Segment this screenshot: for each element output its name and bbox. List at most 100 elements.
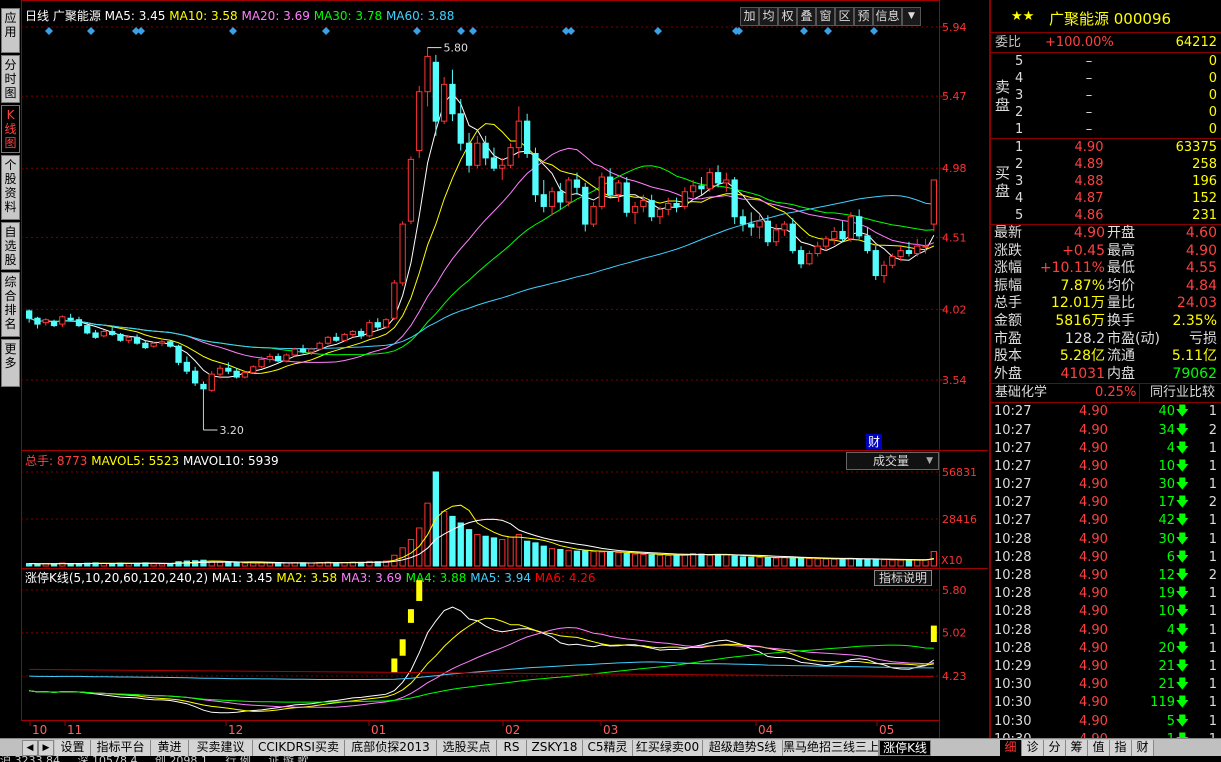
buy-volume: 231 — [1192, 208, 1217, 223]
stat-row: 总手 12.01万 量比 24.03 — [991, 295, 1221, 313]
buy-group-label: 买盘 — [995, 163, 1011, 200]
left-vertical-tabs: 应用分时图 K线图个股资料自选股综合排名更多 — [0, 8, 21, 410]
toolbar-button-3[interactable]: 叠 — [797, 7, 816, 26]
bottom-tab-10[interactable]: 红买绿卖00 — [633, 740, 703, 756]
buy-price: 4.89 — [1074, 157, 1104, 172]
star-icon[interactable]: ★★ — [1011, 9, 1034, 24]
candle-body — [416, 91, 423, 152]
next-tab-arrow-icon[interactable]: ▶ — [38, 740, 54, 756]
toolbar-button-4[interactable]: 窗 — [816, 7, 835, 26]
candle-body — [192, 370, 199, 384]
toolbar-button-6[interactable]: 预 — [854, 7, 873, 26]
stat-value: 5.28亿 — [1059, 348, 1105, 365]
bottom-tab-12[interactable]: 黑马绝招三线三上 — [783, 740, 879, 756]
tick-volume: 17 — [1158, 495, 1175, 511]
tick-row: 10:27 4.90 40 🡇 1 — [991, 403, 1221, 421]
tick-time: 10:28 — [994, 568, 1032, 584]
tick-time: 10:27 — [994, 404, 1032, 420]
bottom-tab-13[interactable]: 涨停K线 — [879, 740, 931, 756]
bottom-tab-0[interactable]: 设置 — [55, 740, 91, 756]
left-tab-4[interactable]: 自选股 — [1, 222, 20, 270]
candle-body — [499, 164, 506, 169]
candle-body — [781, 223, 788, 231]
left-tab-0[interactable]: 应用 — [1, 8, 20, 53]
candle-body — [100, 330, 107, 337]
right-bottom-tab-0[interactable]: 细 — [1000, 740, 1022, 756]
ma-legend-item: MA5: 3.45 — [105, 9, 170, 23]
chart-toolbar: 加均权叠窗区预信息 ▼ — [740, 7, 921, 26]
kline-legend: 日线 广聚能源 MA5: 3.45 MA10: 3.58 MA20: 3.69 … — [25, 9, 454, 23]
bottom-tab-1[interactable]: 指标平台 — [91, 740, 151, 756]
left-tab-1[interactable]: 分时图 — [1, 55, 20, 103]
price-axis-label: 4.98 — [942, 162, 967, 175]
bottom-tab-11[interactable]: 超级趋势S线 — [703, 740, 783, 756]
weibi-row: 委比 +100.00% 64212 — [991, 33, 1221, 52]
volume-indicator-select[interactable]: 成交量 ▼ — [846, 452, 939, 470]
candle-body — [84, 325, 91, 334]
right-bottom-tab-3[interactable]: 筹 — [1066, 740, 1088, 756]
price-axis-label: 4.02 — [942, 303, 967, 316]
toolbar-menu-arrow-icon[interactable]: ▼ — [902, 7, 921, 26]
tick-volume: 5 — [1166, 713, 1175, 729]
kline-chart-area[interactable]: 5.94 5.47 4.98 4.51 4.02 3.54 日线 广聚能源 MA5: 3.4… — [21, 0, 989, 738]
signal-diamond-icon — [457, 27, 465, 35]
signal-diamond-icon — [229, 27, 237, 35]
indicator-legend-item: MA5: 3.94 — [470, 571, 535, 585]
left-tab-2[interactable]: K线图 — [1, 105, 20, 153]
bottom-tab-9[interactable]: C5精灵 — [583, 740, 633, 756]
right-bottom-tab-2[interactable]: 分 — [1044, 740, 1066, 756]
industry-compare-button[interactable]: 同行业比较 — [1139, 384, 1221, 403]
indicator-legend-item: MA4: 3.88 — [406, 571, 471, 585]
tick-price: 4.90 — [1079, 568, 1108, 584]
bottom-tab-5[interactable]: 底部侦探2013 — [345, 740, 437, 756]
candle-body — [150, 342, 157, 347]
tick-count: 1 — [1208, 513, 1217, 529]
prev-tab-arrow-icon[interactable]: ◀ — [22, 740, 38, 756]
sell-volume: 0 — [1208, 88, 1217, 103]
sector-row[interactable]: 基础化学 0.25% 同行业比较 — [991, 384, 1221, 403]
signal-diamond-icon — [413, 27, 421, 35]
volume-bar — [756, 557, 763, 567]
toolbar-button-0[interactable]: 加 — [740, 7, 759, 26]
left-tab-5[interactable]: 综合排名 — [1, 272, 20, 337]
candle-body — [706, 172, 713, 190]
indicator-help-button[interactable]: 指标说明 — [874, 570, 932, 586]
toolbar-button-2[interactable]: 权 — [778, 7, 797, 26]
volume-bar — [814, 558, 821, 567]
volume-bar — [474, 534, 481, 567]
right-bottom-tab-4[interactable]: 值 — [1088, 740, 1110, 756]
volume-bar — [225, 562, 232, 567]
candle-body — [532, 152, 539, 196]
signal-diamond-icon — [800, 27, 808, 35]
tick-volume: 40 — [1158, 404, 1175, 420]
bottom-tab-8[interactable]: ZSKY18 — [527, 740, 583, 756]
left-tab-6[interactable]: 更多 — [1, 339, 20, 387]
right-bottom-tab-5[interactable]: 指 — [1110, 740, 1132, 756]
sell-row: 3 – 0 — [991, 87, 1221, 104]
toolbar-button-5[interactable]: 区 — [835, 7, 854, 26]
tick-row: 10:28 4.90 6 🡇 1 — [991, 549, 1221, 567]
bottom-tab-4[interactable]: CCIKDRSI买卖 — [253, 740, 345, 756]
tick-row: 10:28 4.90 20 🡇 1 — [991, 640, 1221, 658]
left-tab-3[interactable]: 个股资料 — [1, 155, 20, 220]
tick-time: 10:28 — [994, 531, 1032, 547]
candle-body — [681, 191, 689, 207]
toolbar-button-1[interactable]: 均 — [759, 7, 778, 26]
candle-body — [482, 142, 489, 159]
candle-body — [233, 370, 240, 378]
bottom-tab-2[interactable]: 黄进 — [151, 740, 189, 756]
buy-row: 1 4.90 63375 — [991, 139, 1221, 156]
sell-price: – — [1085, 105, 1093, 120]
bottom-tab-6[interactable]: 选股买点 — [437, 740, 497, 756]
stat-value: +0.45 — [1062, 242, 1105, 259]
sell-row: 2 – 0 — [991, 104, 1221, 121]
candle-body — [349, 330, 357, 335]
stat-row: 市盈 128.2 市盈(动) 亏损 — [991, 331, 1221, 349]
volume-bar — [457, 522, 464, 567]
bottom-tab-3[interactable]: 买卖建议 — [189, 740, 253, 756]
volume-bar — [648, 554, 655, 567]
toolbar-button-7[interactable]: 信息 — [873, 7, 902, 26]
bottom-tab-7[interactable]: RS — [497, 740, 527, 756]
right-bottom-tab-6[interactable]: 财 — [1132, 740, 1154, 756]
right-bottom-tab-1[interactable]: 诊 — [1022, 740, 1044, 756]
